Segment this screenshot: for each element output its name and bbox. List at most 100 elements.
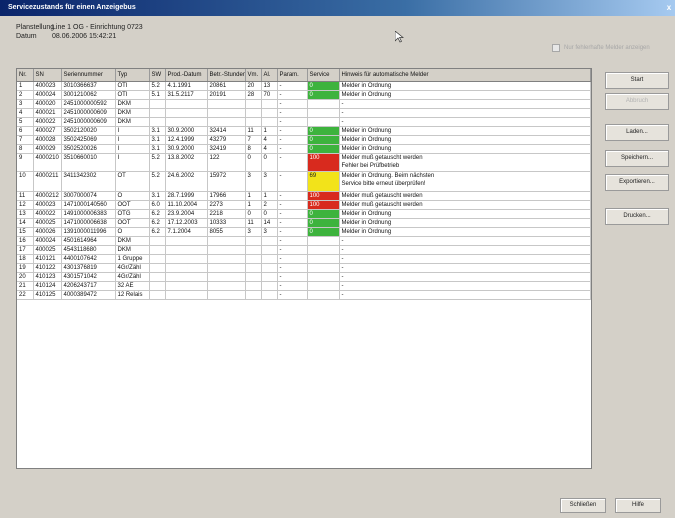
table-cell: 410122 [33,263,62,273]
table-row[interactable]: 1 400023 3010366637 OTI 5.2 4.1.1991 20861 20 13… [17,81,591,91]
table-cell [207,272,246,282]
table-row[interactable]: 8 400029 3502520026 I 3.1 30.9.2000 32419 8 4-0 M… [17,144,591,154]
table-row[interactable]: 18 410121 4400107642 1 Gruppe - - [17,254,591,264]
table-cell: Melder in Ordnung. Beim nächsten Service … [339,171,591,192]
table-cell [149,281,166,291]
schliessen-button[interactable]: Schließen [560,498,606,513]
table-cell: 3502120020 [61,126,116,136]
exportieren-button[interactable]: Exportieren... [605,174,669,191]
column-header[interactable]: Betr.-Stunden [207,69,246,82]
table-row[interactable]: 3 400020 2451000000592 DKM - - [17,99,591,109]
table-row[interactable]: 12 400023 1471000140560 OOT 6.0 11.10.2004 227… [17,200,591,210]
table-cell: 13.8.2002 [165,153,208,172]
column-header[interactable]: Typ [115,69,150,82]
start-button[interactable]: Start [605,72,669,89]
table-cell: 3 [17,99,34,109]
table-cell: 400027 [33,126,62,136]
table-cell: DKM [115,236,150,246]
filter-checkbox[interactable] [552,44,560,52]
service-status-cell: 0 [307,218,340,228]
table-row[interactable]: 2 400024 3001210062 OTI 5.1 31.5.2117 20191 28 7… [17,90,591,100]
table-cell: 6.2 [149,218,166,228]
laden-button[interactable]: Laden... [605,124,669,141]
table-cell: 4.1.1991 [165,81,208,91]
column-header[interactable]: Param. [277,69,308,82]
table-cell: 32414 [207,126,246,136]
table-cell: 7 [17,135,34,145]
table-row[interactable]: 13 400022 1491000006383 OTG 6.2 23.9.2004 2218… [17,209,591,219]
table-cell: - [277,218,308,228]
table-row[interactable]: 7 400028 3502425069 I 3.1 12.4.1999 43279 7 4-0 M… [17,135,591,145]
table-cell: 5.2 [149,153,166,172]
table-row[interactable]: 15 400026 1391000011996 O 6.2 7.1.2004 8055 3 3-… [17,227,591,237]
table-cell [165,290,208,300]
table-cell [261,99,278,109]
table-cell: 4501614964 [61,236,116,246]
table-cell: 400026 [33,227,62,237]
table-row[interactable]: 9 4000210 3510660010 I 5.2 13.8.2002 122 0 0-100… [17,153,591,172]
table-cell: 5 [17,117,34,127]
abbruch-button[interactable]: Abbruch [605,93,669,110]
table-row[interactable]: 5 400022 2451000000609 DKM - - [17,117,591,127]
table-cell: 3010366637 [61,81,116,91]
close-icon[interactable]: x [663,0,675,16]
column-header[interactable]: Service [307,69,340,82]
table-cell: - [277,254,308,264]
table-row[interactable]: 6 400027 3502120020 I 3.1 30.9.2000 32414 11 1-0… [17,126,591,136]
table-row[interactable]: 22 410125 4000389472 12 Relais - - [17,290,591,300]
table-cell [245,108,262,118]
table-cell: 1 [17,81,34,91]
table-cell: 6 [17,126,34,136]
table-cell: 0 [245,153,262,172]
column-header[interactable]: SN [33,69,62,82]
table-cell: - [339,236,591,246]
table-cell: - [277,209,308,219]
table-cell: 4 [261,144,278,154]
hilfe-button[interactable]: Hilfe [615,498,661,513]
service-status-cell [307,108,340,118]
column-header[interactable]: Seriennummer [61,69,116,82]
column-header[interactable]: Nr. [17,69,34,82]
location-label: Planstellung [16,24,55,31]
table-cell: 1 [245,200,262,210]
table-cell: OOT [115,218,150,228]
table-row[interactable]: 21 410124 4206243717 32 AE - - [17,281,591,291]
column-header[interactable]: Prod.-Datum [165,69,208,82]
table-cell: 1391000011996 [61,227,116,237]
table-cell: 10 [17,171,34,192]
table-row[interactable]: 20 410123 4301571042 4Gr/Zähl - - [17,272,591,282]
table-cell: 24.6.2002 [165,171,208,192]
table-row[interactable]: 10 4000211 3411342302 OT 5.2 24.6.2002 15972 3 3… [17,171,591,192]
table-row[interactable]: 17 400025 4543118680 DKM - - [17,245,591,255]
table-cell: 3.1 [149,126,166,136]
table-cell: Melder in Ordnung [339,81,591,91]
column-header[interactable]: Vm. [245,69,262,82]
table-cell: 6.0 [149,200,166,210]
table-row[interactable]: 14 400025 1471000006638 OOT 6.2 17.12.2003 103… [17,218,591,228]
table-cell: 400024 [33,236,62,246]
table-cell: 1 Gruppe [115,254,150,264]
table-cell: OT [115,171,150,192]
filter-option[interactable]: Nur fehlerhafte Melder anzeigen [552,44,650,52]
table-cell [207,281,246,291]
table-cell: 3510660010 [61,153,116,172]
drucken-button[interactable]: Drucken... [605,208,669,225]
column-header[interactable]: Hinweis für automatische Melder [339,69,591,82]
column-header[interactable]: SW [149,69,166,82]
table-cell: 8 [17,144,34,154]
table-row[interactable]: 11 4000212 3007000074 O 3.1 28.7.1999 17966 1 1-… [17,191,591,201]
table-row[interactable]: 4 400021 2451000000609 DKM - - [17,108,591,118]
table-cell: 6.2 [149,227,166,237]
service-status-cell [307,281,340,291]
table-cell: 20 [245,81,262,91]
table-cell: 28.7.1999 [165,191,208,201]
table-cell [165,99,208,109]
table-cell: 11.10.2004 [165,200,208,210]
speichern-button[interactable]: Speichern... [605,150,669,167]
table-row[interactable]: 19 410122 4301376819 4Gr/Zähl - - [17,263,591,273]
table-cell: 4543118680 [61,245,116,255]
detector-table[interactable]: Nr. SN Seriennummer Typ SW Prod.-Datum Betr.-S… [16,68,592,469]
table-cell: 11 [17,191,34,201]
table-row[interactable]: 16 400024 4501614964 DKM - - [17,236,591,246]
column-header[interactable]: Al. [261,69,278,82]
